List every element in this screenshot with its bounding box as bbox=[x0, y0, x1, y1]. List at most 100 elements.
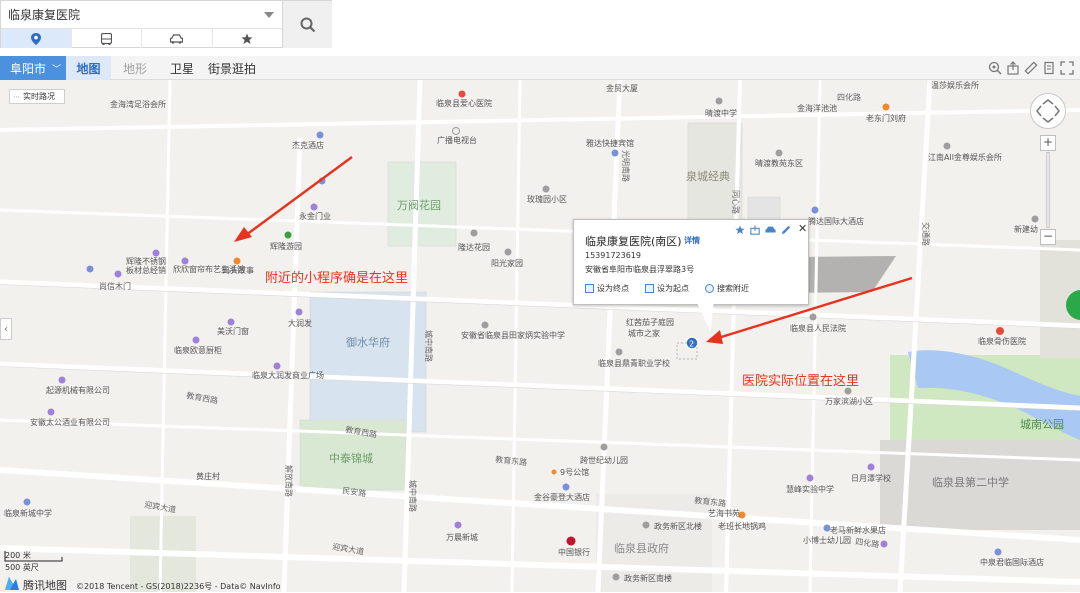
fullscreen-icon[interactable] bbox=[1060, 61, 1074, 75]
poi-label: 腾达国际大酒店 bbox=[808, 216, 864, 226]
close-icon[interactable]: ✕ bbox=[798, 222, 807, 235]
poi-marker-icon[interactable] bbox=[504, 248, 512, 256]
area-label-zhongtai: 中泰锦城 bbox=[329, 451, 373, 465]
poi-marker-icon[interactable] bbox=[943, 142, 951, 150]
food-marker-icon[interactable] bbox=[882, 103, 890, 111]
poi-label: 美沃门窗 bbox=[217, 326, 249, 336]
place-icon bbox=[30, 32, 41, 45]
poi-marker-icon[interactable] bbox=[192, 336, 200, 344]
food-marker-icon[interactable] bbox=[233, 257, 241, 265]
poi-label: 安徽省临泉县田家炳实验中学 bbox=[461, 330, 565, 340]
tab-bus[interactable] bbox=[72, 29, 142, 48]
poi-marker-icon[interactable] bbox=[227, 318, 235, 326]
poi-marker-icon[interactable] bbox=[47, 408, 55, 416]
search-input[interactable] bbox=[1, 1, 282, 29]
school-marker-icon[interactable] bbox=[775, 149, 783, 157]
poi-marker-icon[interactable] bbox=[551, 469, 557, 475]
hotel-marker-icon[interactable] bbox=[611, 149, 619, 157]
poi-label: 尚信木门 bbox=[99, 281, 131, 291]
poi-label: 艺海书苑 bbox=[708, 508, 740, 518]
poi-marker-icon[interactable] bbox=[181, 257, 189, 265]
car-icon[interactable] bbox=[765, 225, 776, 235]
poi-marker-icon[interactable] bbox=[310, 203, 318, 211]
park-marker-icon[interactable] bbox=[284, 231, 292, 239]
school-marker-icon[interactable] bbox=[615, 348, 623, 356]
city-select[interactable]: 阜阳市 ﹀ bbox=[0, 56, 66, 80]
ruler-icon[interactable] bbox=[1024, 61, 1038, 75]
print-icon[interactable] bbox=[1042, 61, 1056, 75]
share-icon[interactable] bbox=[1006, 61, 1020, 75]
poi-label: 金谷豪登大酒店 bbox=[534, 492, 590, 502]
hotel-marker-icon[interactable] bbox=[811, 206, 819, 214]
edit-icon[interactable] bbox=[781, 225, 791, 235]
poi-label: 广播电视台 bbox=[437, 135, 477, 145]
poi-label: 起源机械有限公司 bbox=[46, 385, 110, 395]
road-label-jiefang: 解放南路 bbox=[284, 465, 294, 497]
poi-marker-icon[interactable] bbox=[273, 362, 281, 370]
copyright: ©2018 Tencent - GS(2018)2236号 - Data© Na… bbox=[76, 582, 281, 591]
maptype-terrain[interactable]: 地形 bbox=[111, 56, 159, 80]
poi-marker-icon[interactable] bbox=[1031, 215, 1039, 223]
poi-marker-icon[interactable] bbox=[114, 270, 122, 278]
poi-marker-icon[interactable] bbox=[295, 308, 303, 316]
measure-search-icon[interactable] bbox=[988, 61, 1002, 75]
poi-marker-icon[interactable] bbox=[454, 521, 462, 529]
maptype-map[interactable]: 地图 bbox=[66, 56, 111, 80]
poi-marker-icon[interactable] bbox=[542, 185, 550, 193]
car-icon bbox=[170, 33, 184, 44]
pan-control[interactable] bbox=[1030, 93, 1066, 129]
school-marker-icon[interactable] bbox=[23, 498, 31, 506]
search-mode-tabs bbox=[1, 29, 282, 48]
poi-label: 万家滨湖小区 bbox=[825, 396, 873, 406]
poi-marker-icon[interactable] bbox=[470, 229, 478, 237]
traffic-button[interactable]: ⋯ 实时路况 bbox=[9, 89, 65, 104]
poi-marker-icon[interactable] bbox=[58, 376, 66, 384]
hotel-marker-icon[interactable] bbox=[994, 548, 1002, 556]
zoom-in-button[interactable]: + bbox=[1040, 135, 1056, 151]
poi-label: 辉隆不锈钢 bbox=[126, 256, 166, 266]
tab-car[interactable] bbox=[142, 29, 213, 48]
tab-place[interactable] bbox=[1, 29, 72, 48]
maptype-satellite[interactable]: 卫星 bbox=[159, 56, 205, 80]
chevron-down-icon: ﹀ bbox=[52, 64, 62, 75]
scale-metric: 200 米 bbox=[5, 551, 31, 560]
poi-marker-icon[interactable] bbox=[642, 521, 650, 529]
hospital-marker-icon[interactable] bbox=[996, 327, 1004, 335]
search-button[interactable] bbox=[282, 1, 332, 48]
share-icon[interactable] bbox=[750, 225, 760, 235]
poi-label: 金海湾足浴会所 bbox=[110, 99, 166, 109]
zoom-slider[interactable] bbox=[1046, 152, 1050, 228]
search-icon bbox=[300, 17, 315, 32]
popup-detail-link[interactable]: 详情 bbox=[684, 235, 700, 246]
hotel-marker-icon[interactable] bbox=[316, 131, 324, 139]
school-marker-icon[interactable] bbox=[481, 321, 489, 329]
school-marker-icon[interactable] bbox=[806, 474, 814, 482]
poi-label: 临泉骨伤医院 bbox=[978, 336, 1026, 346]
poi-label: 温莎娱乐会所 bbox=[931, 80, 979, 90]
search-nearby-button[interactable]: 搜索附近 bbox=[705, 283, 749, 294]
tab-favorites[interactable] bbox=[213, 29, 283, 48]
set-destination-button[interactable]: 设为终点 bbox=[585, 283, 629, 294]
area-label-no2-school: 临泉县第二中学 bbox=[932, 475, 1009, 489]
dropdown-arrow-icon[interactable] bbox=[264, 12, 274, 18]
maptype-streetview[interactable]: 街景逛拍 bbox=[205, 56, 259, 80]
area-label-yushui: 御水华府 bbox=[346, 335, 390, 349]
poi-marker-icon[interactable] bbox=[152, 249, 160, 257]
poi-marker-icon[interactable] bbox=[612, 573, 620, 581]
popup-icons bbox=[735, 225, 791, 235]
star-icon[interactable] bbox=[735, 225, 745, 235]
school-marker-icon[interactable] bbox=[715, 97, 723, 105]
collapse-panel-button[interactable]: ‹ bbox=[0, 318, 12, 340]
brand-name: 腾讯地图 bbox=[23, 579, 67, 592]
poi-marker-icon[interactable] bbox=[600, 443, 608, 451]
hospital-marker-icon[interactable] bbox=[458, 90, 466, 98]
bank-marker-icon[interactable] bbox=[566, 536, 576, 546]
poi-marker-icon[interactable] bbox=[809, 313, 817, 321]
zoom-out-button[interactable]: − bbox=[1040, 229, 1056, 245]
set-origin-button[interactable]: 设为起点 bbox=[645, 283, 689, 294]
school-marker-icon[interactable] bbox=[867, 463, 875, 471]
hotel-marker-icon[interactable] bbox=[562, 483, 570, 491]
poi-marker-icon[interactable] bbox=[86, 265, 94, 273]
poi-marker-icon[interactable] bbox=[880, 540, 888, 548]
map-canvas[interactable]: 万阀花园 御水华府 中泰锦城 泉城经典 城南公园 临泉县第二中学 临泉县政府 辉… bbox=[0, 80, 1080, 592]
